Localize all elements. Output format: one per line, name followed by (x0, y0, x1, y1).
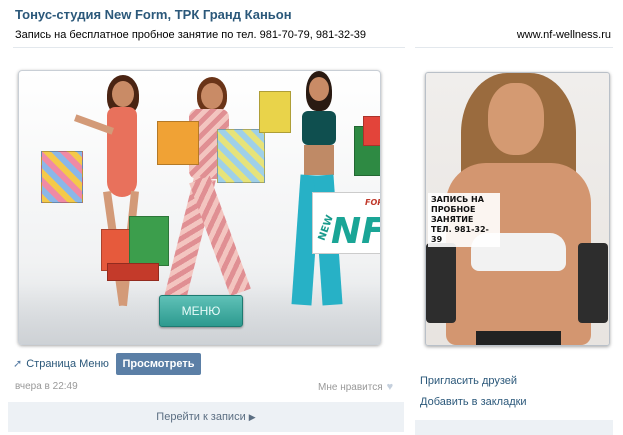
trainer-image[interactable]: ЗАПИСЬ НА ПРОБНОЕ ЗАНЯТИЕ ТЕЛ. 981-32-39 (425, 72, 610, 346)
model-figure-center (159, 71, 251, 331)
shopping-bag (157, 121, 199, 165)
group-title[interactable]: Тонус-студия New Form, ТРК Гранд Каньон (15, 7, 292, 22)
post-timestamp[interactable]: вчера в 22:49 (15, 381, 78, 392)
add-bookmark-link[interactable]: Добавить в закладки (420, 396, 527, 408)
header-divider-left (13, 47, 405, 48)
promo-image[interactable]: NEW NF FORM МЕНЮ (18, 70, 381, 345)
goto-post-label: Перейти к записи (156, 411, 246, 423)
shopping-bag (363, 116, 380, 146)
heart-icon: ♥ (386, 381, 394, 393)
view-button[interactable]: Просмотреть (116, 353, 201, 375)
share-arrow-icon: ➚ (13, 358, 23, 370)
like-button[interactable]: Мне нравится ♥ (318, 381, 393, 393)
group-subtitle: Запись на бесплатное пробное занятие по … (15, 29, 366, 41)
trial-caption: ЗАПИСЬ НА ПРОБНОЕ ЗАНЯТИЕ ТЕЛ. 981-32-39 (428, 193, 500, 247)
shopping-bag (107, 263, 159, 281)
shopping-bag (217, 129, 265, 183)
menu-button[interactable]: МЕНЮ (159, 295, 243, 327)
chevron-right-icon: ▶ (248, 412, 256, 422)
sidebar-footer-bar (415, 420, 613, 435)
page-menu-link[interactable]: ➚ Страница Меню (13, 357, 109, 371)
header-divider-right (415, 47, 613, 48)
svg-text:FORM: FORM (365, 198, 381, 207)
goto-post-button[interactable]: Перейти к записи ▶ (8, 402, 404, 432)
invite-friends-link[interactable]: Пригласить друзей (420, 375, 517, 387)
shopping-bag (41, 151, 83, 203)
svg-text:NF: NF (331, 211, 381, 252)
page-menu-label: Страница Меню (26, 357, 109, 370)
nf-logo: NEW NF FORM (312, 192, 381, 254)
site-link[interactable]: www.nf-wellness.ru (517, 29, 611, 41)
like-label: Мне нравится (318, 381, 383, 393)
